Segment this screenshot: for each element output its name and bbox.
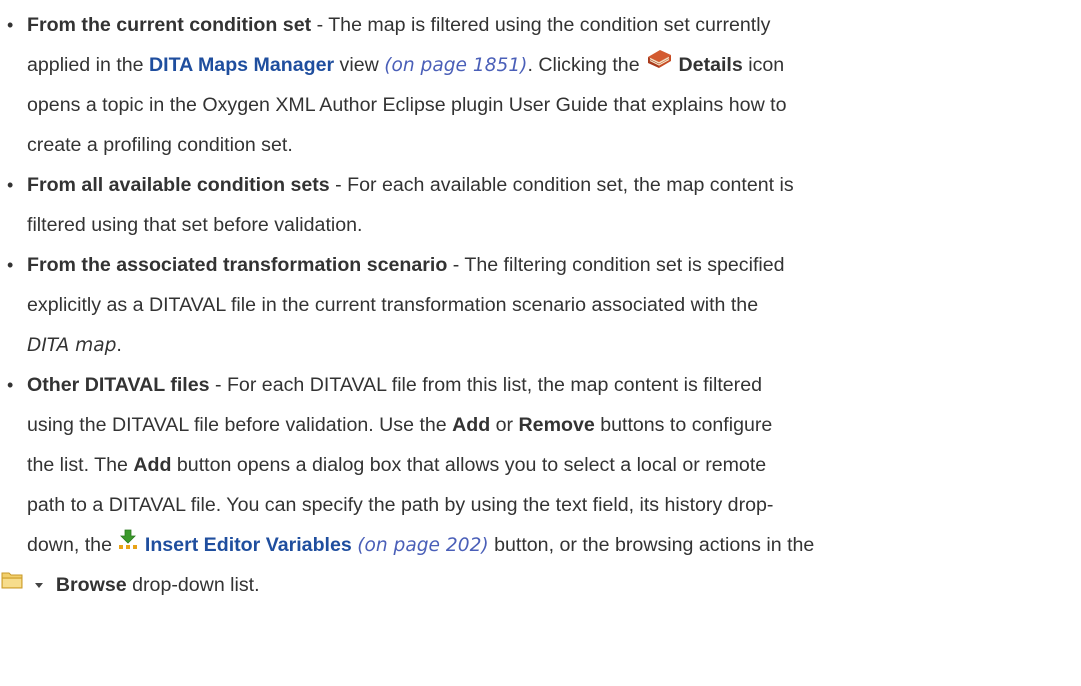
item-text: view [334, 54, 385, 76]
details-label: Details [678, 54, 743, 76]
browse-label: Browse [55, 574, 127, 596]
folder-icon [1, 564, 23, 604]
page-reference-link[interactable]: (on page 202) [357, 535, 488, 556]
item-text: - The filtering condition set is specifi… [447, 254, 785, 276]
dita-maps-manager-link[interactable]: DITA Maps Manager [149, 54, 334, 76]
item-text: - The map is filtered using the conditio… [311, 14, 771, 36]
item-text: opens a topic in the Oxygen XML Author E… [27, 94, 787, 116]
remove-label: Remove [518, 414, 595, 436]
list-item-other-ditaval-files: Other DITAVAL files - For each DITAVAL f… [0, 365, 1081, 605]
item-text: or [490, 414, 519, 436]
item-text: . Clicking the [527, 54, 646, 76]
item-text: applied in the [27, 54, 150, 76]
dropdown-arrow-icon [34, 564, 44, 604]
item-title: From the current condition set [27, 14, 312, 36]
item-text: explicitly as a DITAVAL file in the curr… [27, 294, 759, 316]
book-icon [645, 44, 673, 84]
add-label: Add [133, 454, 172, 476]
item-text: using the DITAVAL file before validation… [27, 414, 453, 436]
item-text: filtered using that set before validatio… [27, 214, 363, 236]
page-reference-link[interactable]: (on page 1851) [384, 55, 527, 76]
insert-variables-icon [117, 524, 139, 564]
item-title: Other DITAVAL files [27, 374, 210, 396]
item-title: From the associated transformation scena… [27, 254, 448, 276]
item-text: create a profiling condition set. [27, 134, 293, 156]
list-item-associated-scenario: From the associated transformation scena… [0, 245, 1081, 365]
item-text: path to a DITAVAL file. You can specify … [27, 494, 774, 516]
item-text: . [116, 334, 122, 356]
list-item-current-condition-set: From the current condition set - The map… [0, 5, 1081, 165]
item-text: icon [742, 54, 785, 76]
item-text: down, the [27, 534, 118, 556]
item-text: drop-down list. [126, 574, 260, 596]
options-list: From the current condition set - The map… [0, 5, 1081, 605]
item-text: buttons to configure [594, 414, 773, 436]
document-page: From the current condition set - The map… [0, 0, 1081, 686]
list-item-all-condition-sets: From all available condition sets - For … [0, 165, 1081, 245]
item-text: - For each DITAVAL file from this list, … [209, 374, 762, 396]
item-text: the list. The [27, 454, 134, 476]
item-text: button opens a dialog box that allows yo… [171, 454, 767, 476]
item-title: From all available condition sets [27, 174, 330, 196]
add-label: Add [452, 414, 491, 436]
term-dita-map: DITA map [27, 335, 117, 356]
item-text: button, or the browsing actions in the [488, 534, 815, 556]
item-text: - For each available condition set, the … [329, 174, 794, 196]
insert-editor-variables-link[interactable]: Insert Editor Variables [145, 534, 352, 556]
